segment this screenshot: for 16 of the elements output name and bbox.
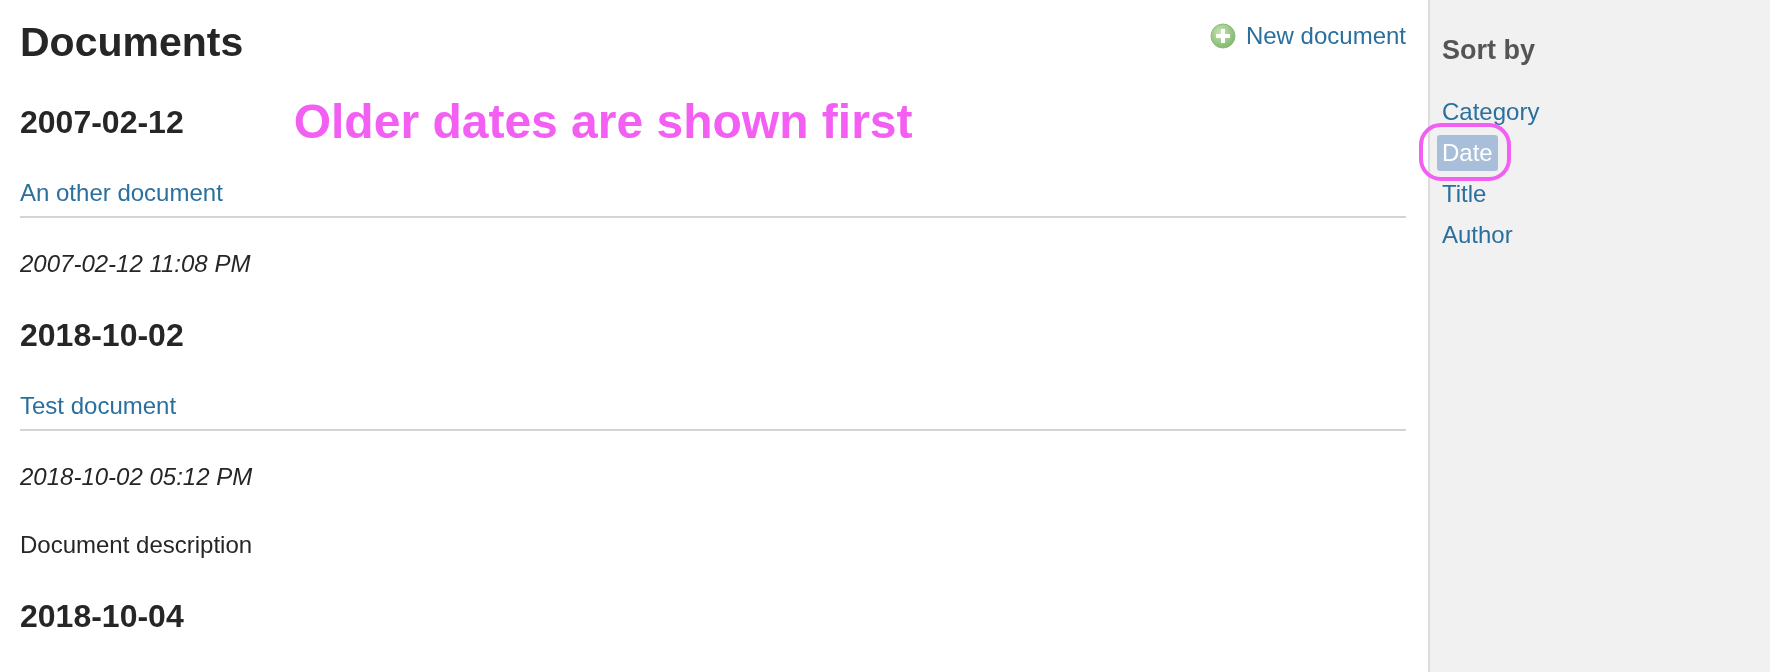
date-heading: 2018-10-04 <box>20 597 184 636</box>
sort-option[interactable]: Title <box>1437 176 1492 212</box>
new-document-link[interactable]: New document <box>1209 20 1406 52</box>
document-description: Document description <box>20 530 254 560</box>
document-timestamp: 2018-10-02 05:12 PM <box>20 462 254 492</box>
document-timestamp: 2007-02-12 11:08 PM <box>20 249 252 279</box>
annotation-text: Older dates are shown first <box>293 102 913 142</box>
date-heading: 2018-10-02 <box>20 316 184 355</box>
date-heading: 2007-02-12 <box>20 103 184 142</box>
document-link[interactable]: Test document <box>20 392 177 419</box>
plus-circle-icon <box>1209 23 1236 49</box>
sidebar-heading: Sort by <box>1442 34 1536 67</box>
page-title: Documents <box>20 18 244 66</box>
document-link[interactable]: An other document <box>20 179 223 206</box>
sort-option[interactable]: Author <box>1437 217 1518 253</box>
sort-option[interactable]: Category <box>1437 94 1545 130</box>
